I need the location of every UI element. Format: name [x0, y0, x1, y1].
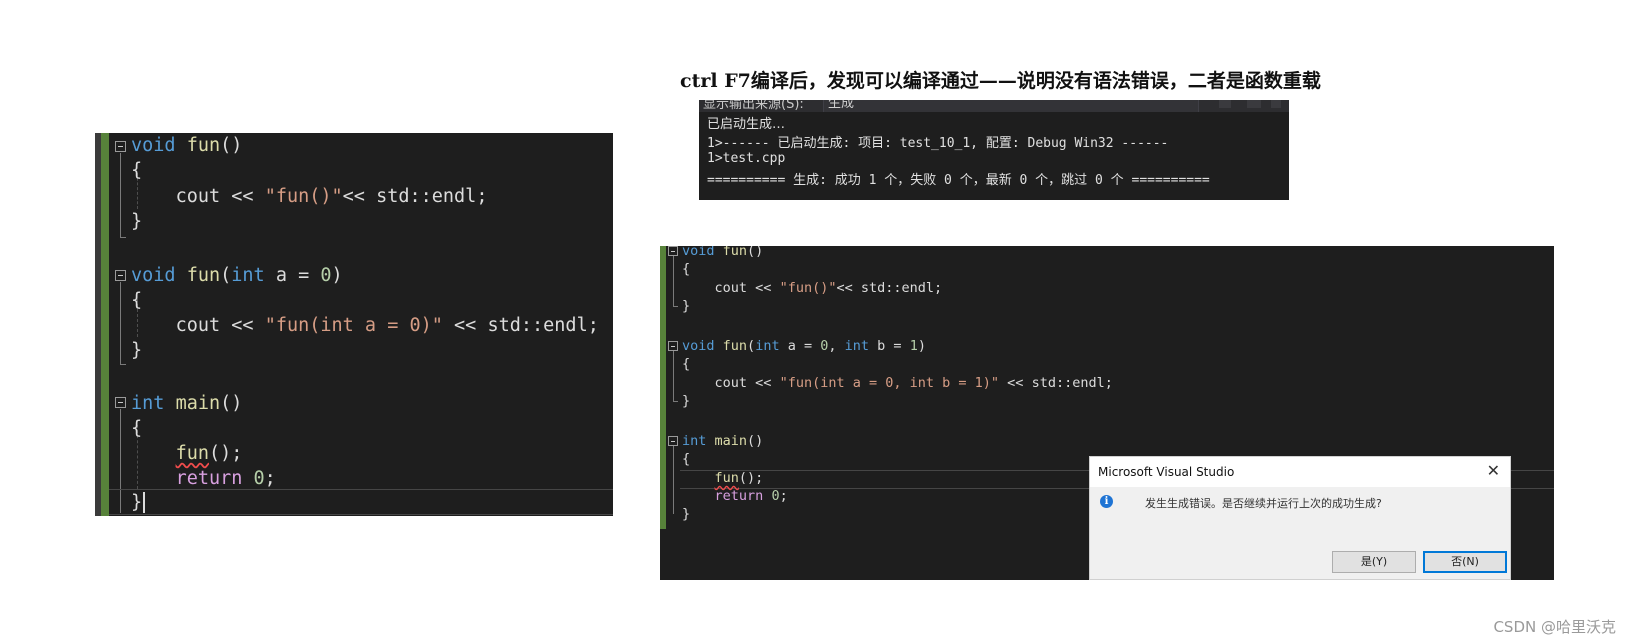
- code-line: }: [131, 490, 146, 516]
- code-line: int main(): [682, 433, 764, 449]
- output-header: 显示输出来源(S): 生成: [699, 100, 1289, 112]
- code-line: void fun(): [131, 135, 243, 156]
- code-line: void fun(int a = 0): [131, 265, 343, 286]
- code-line: }: [682, 298, 691, 314]
- code-line: return 0;: [175, 468, 276, 489]
- output-line: 已启动生成…: [707, 117, 786, 132]
- current-line-highlight: [109, 489, 613, 515]
- change-tracking-bar: [660, 246, 666, 529]
- outline-tick: [673, 306, 678, 307]
- find-message-icon[interactable]: [1219, 100, 1231, 108]
- code-line: {: [682, 261, 691, 277]
- output-source-label: 显示输出来源(S):: [703, 100, 804, 112]
- caption-text: ctrl F7编译后，发现可以编译通过——说明没有语法错误，二者是函数重载: [680, 70, 1321, 92]
- dialog-titlebar: Microsoft Visual Studio ✕: [1090, 457, 1510, 487]
- change-tracking-bar: [101, 133, 109, 516]
- outline-tick: [120, 237, 126, 238]
- outline-tick: [120, 364, 126, 365]
- code-line: cout << "fun(int a = 0, int b = 1)" << s…: [714, 375, 1113, 391]
- no-button[interactable]: 否(N): [1423, 551, 1507, 573]
- code-line: cout << "fun()"<< std::endl;: [175, 186, 488, 207]
- collapse-icon[interactable]: [668, 341, 678, 351]
- output-panel[interactable]: 显示输出来源(S): 生成 已启动生成… 1>------ 已启动生成: 项目:…: [699, 100, 1289, 200]
- dialog-message: 发生生成错误。是否继续并运行上次的成功生成?: [1145, 497, 1382, 510]
- left-editor-gutter: [95, 133, 109, 516]
- code-line: }: [131, 211, 143, 232]
- code-line: {: [131, 160, 143, 181]
- word-wrap-icon[interactable]: [1271, 100, 1281, 108]
- collapse-icon[interactable]: [115, 270, 126, 281]
- code-line: fun();: [175, 443, 243, 464]
- output-line: 1>------ 已启动生成: 项目: test_10_1, 配置: Debug…: [707, 136, 1169, 151]
- code-line: void fun(int a = 0, int b = 1): [682, 338, 926, 354]
- code-line: fun();: [714, 470, 764, 486]
- code-line: void fun(): [682, 246, 764, 259]
- info-icon: i: [1100, 495, 1113, 508]
- outline-line: [673, 256, 674, 306]
- collapse-icon[interactable]: [668, 246, 678, 256]
- watermark: CSDN @哈里沃克: [1493, 618, 1616, 636]
- yes-button[interactable]: 是(Y): [1332, 551, 1416, 573]
- output-line: ========== 生成: 成功 1 个，失败 0 个，最新 0 个，跳过 0…: [707, 173, 1210, 188]
- code-line: cout << "fun()"<< std::endl;: [714, 280, 943, 296]
- collapse-icon[interactable]: [115, 141, 126, 152]
- output-line: 1>test.cpp: [707, 151, 786, 166]
- clear-all-icon[interactable]: [1247, 100, 1261, 108]
- collapse-icon[interactable]: [115, 397, 126, 408]
- outline-line: [673, 351, 674, 401]
- code-line: {: [682, 356, 691, 372]
- code-line: int main(): [131, 393, 243, 414]
- outline-tick: [673, 401, 678, 402]
- outline-line: [120, 153, 121, 237]
- output-source-select[interactable]: 生成: [823, 100, 1199, 112]
- collapse-icon[interactable]: [668, 436, 678, 446]
- code-line: cout << "fun(int a = 0)" << std::endl;: [175, 315, 599, 336]
- code-line: {: [131, 290, 143, 311]
- left-code-editor[interactable]: void fun() { cout << "fun()"<< std::endl…: [95, 133, 613, 516]
- vs-message-dialog[interactable]: Microsoft Visual Studio ✕ i 发生生成错误。是否继续并…: [1089, 456, 1511, 580]
- code-line: {: [131, 418, 143, 439]
- code-line: {: [682, 451, 691, 467]
- code-line: }: [682, 506, 691, 522]
- error-squiggle: fun: [175, 443, 209, 464]
- close-icon[interactable]: ✕: [1487, 461, 1500, 480]
- dialog-title: Microsoft Visual Studio: [1098, 465, 1235, 479]
- outline-line: [673, 446, 674, 514]
- code-line: }: [131, 340, 143, 361]
- outline-line: [120, 282, 121, 364]
- text-cursor: [143, 492, 146, 513]
- code-line: return 0;: [714, 488, 788, 504]
- code-line: }: [682, 393, 691, 409]
- error-squiggle: fun: [714, 470, 739, 486]
